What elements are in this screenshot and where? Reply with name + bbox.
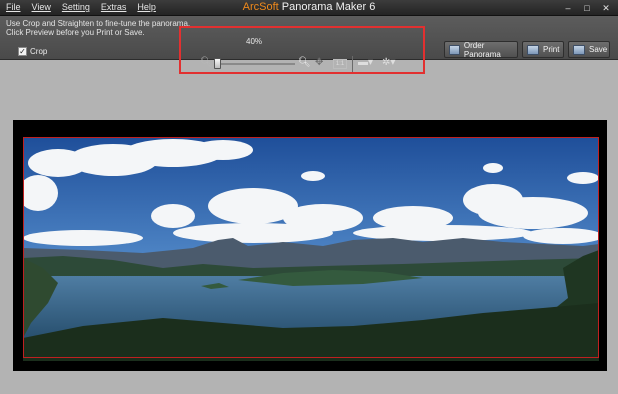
instruction-line-1: Use Crop and Straighten to fine-tune the… bbox=[6, 19, 191, 28]
close-button[interactable]: ✕ bbox=[598, 2, 614, 14]
instructions: Use Crop and Straighten to fine-tune the… bbox=[6, 19, 190, 37]
window-controls: – □ ✕ bbox=[557, 2, 614, 14]
order-panorama-label: Order Panorama bbox=[463, 40, 501, 59]
zoom-highlight-box bbox=[179, 26, 425, 74]
print-button[interactable]: Print bbox=[522, 41, 564, 58]
brand-name: ArcSoft bbox=[242, 1, 279, 13]
order-panorama-button[interactable]: Order Panorama bbox=[444, 40, 518, 59]
crop-rectangle[interactable] bbox=[23, 137, 599, 358]
crop-checkbox[interactable]: ✓ bbox=[18, 47, 27, 56]
title-bar: File View Setting Extras Help ArcSoft Pa… bbox=[0, 0, 618, 16]
print-label: Print bbox=[543, 45, 560, 54]
minimize-button[interactable]: – bbox=[560, 2, 576, 14]
product-name: Panorama Maker 6 bbox=[281, 1, 376, 13]
crop-label: Crop bbox=[30, 47, 48, 56]
save-label: Save bbox=[589, 45, 608, 54]
instruction-line-2: Click Preview before you Print or Save. bbox=[6, 28, 145, 37]
crop-option[interactable]: ✓ Crop bbox=[18, 47, 47, 56]
order-icon bbox=[449, 44, 460, 55]
printer-icon bbox=[527, 44, 539, 55]
save-button[interactable]: Save bbox=[568, 41, 610, 58]
app-title: ArcSoft Panorama Maker 6 bbox=[0, 1, 618, 13]
maximize-button[interactable]: □ bbox=[579, 2, 595, 14]
disk-icon bbox=[573, 44, 585, 55]
